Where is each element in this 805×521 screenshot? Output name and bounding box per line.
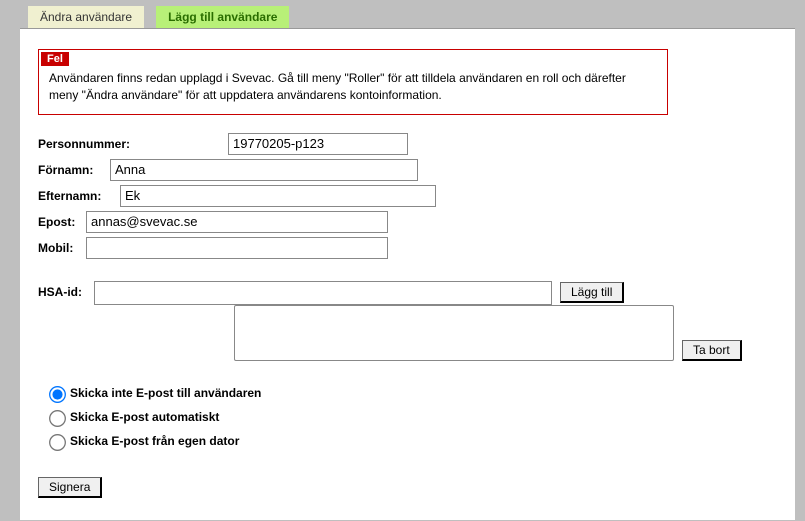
- epost-label: Epost:: [38, 215, 86, 229]
- tab-add-user[interactable]: Lägg till användare: [156, 6, 289, 28]
- radio-no-email-label: Skicka inte E-post till användaren: [70, 386, 261, 400]
- email-radio-group: Skicka inte E-post till användaren Skick…: [38, 385, 777, 449]
- personnummer-input[interactable]: [228, 133, 408, 155]
- mobil-input[interactable]: [86, 237, 388, 259]
- signera-button[interactable]: Signera: [38, 477, 102, 498]
- tab-bar: Ändra användare Lägg till användare: [0, 0, 805, 28]
- form-panel: Fel Användaren finns redan upplagd i Sve…: [20, 28, 795, 520]
- efternamn-input[interactable]: [120, 185, 436, 207]
- error-box: Fel Användaren finns redan upplagd i Sve…: [38, 49, 668, 115]
- radio-no-email[interactable]: [49, 386, 66, 403]
- epost-input[interactable]: [86, 211, 388, 233]
- radio-own-email-label: Skicka E-post från egen dator: [70, 434, 239, 448]
- tab-edit-user[interactable]: Ändra användare: [28, 6, 144, 28]
- error-badge: Fel: [41, 52, 69, 66]
- error-message: Användaren finns redan upplagd i Svevac.…: [39, 70, 667, 104]
- radio-auto-email[interactable]: [49, 410, 66, 427]
- efternamn-label: Efternamn:: [38, 189, 120, 203]
- hsa-listbox[interactable]: [234, 305, 674, 361]
- radio-own-email[interactable]: [49, 434, 66, 451]
- hsa-add-button[interactable]: Lägg till: [560, 282, 624, 303]
- hsa-input[interactable]: [94, 281, 552, 305]
- hsa-remove-button[interactable]: Ta bort: [682, 340, 742, 361]
- radio-auto-email-label: Skicka E-post automatiskt: [70, 410, 219, 424]
- personnummer-label: Personnummer:: [38, 137, 228, 151]
- hsa-label: HSA-id:: [38, 281, 94, 299]
- mobil-label: Mobil:: [38, 241, 86, 255]
- fornamn-label: Förnamn:: [38, 163, 110, 177]
- fornamn-input[interactable]: [110, 159, 418, 181]
